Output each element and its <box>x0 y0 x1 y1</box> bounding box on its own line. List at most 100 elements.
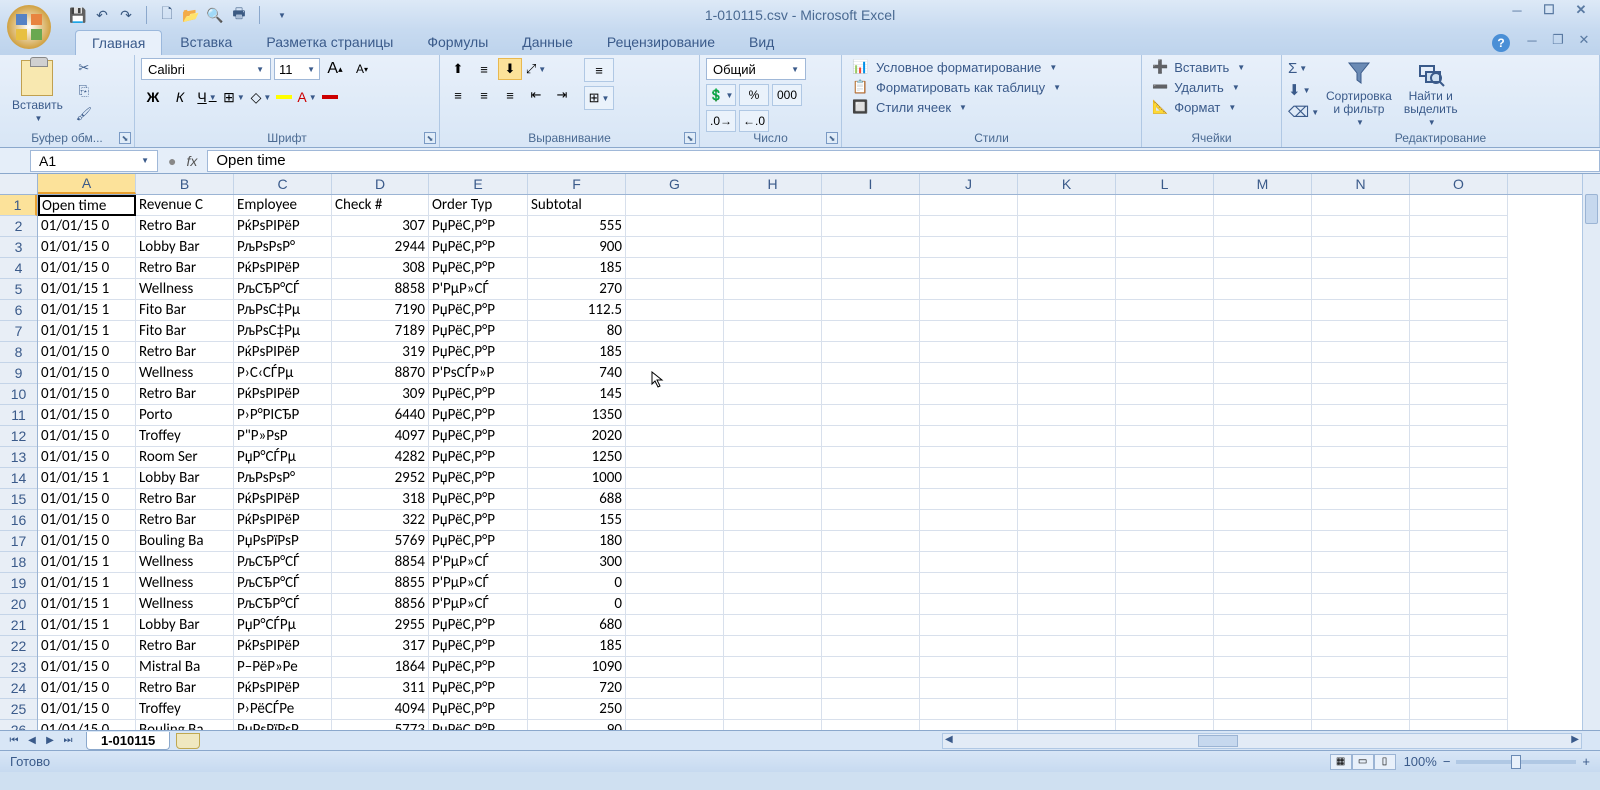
cell[interactable] <box>1214 447 1312 468</box>
cell[interactable] <box>920 342 1018 363</box>
name-box[interactable]: A1▼ <box>30 150 158 172</box>
ribbon-tab-2[interactable]: Разметка страницы <box>250 30 409 55</box>
formula-input[interactable]: Open time <box>207 150 1600 172</box>
cell[interactable] <box>1312 363 1410 384</box>
cell[interactable] <box>822 279 920 300</box>
number-format-select[interactable]: Общий▼ <box>706 58 806 80</box>
zoom-level[interactable]: 100% <box>1404 754 1437 769</box>
cell[interactable] <box>1312 216 1410 237</box>
align-middle-icon[interactable]: ≡ <box>472 58 496 80</box>
cell[interactable] <box>626 531 724 552</box>
cell[interactable] <box>1312 384 1410 405</box>
cell[interactable]: РљРѕРѕР° <box>234 468 332 489</box>
row-header[interactable]: 11 <box>0 405 37 426</box>
zoom-slider[interactable] <box>1456 760 1576 764</box>
cell[interactable]: РџРёС‚Р°Р <box>429 636 528 657</box>
cell[interactable] <box>822 216 920 237</box>
cell[interactable] <box>1312 258 1410 279</box>
cell[interactable] <box>1312 468 1410 489</box>
orientation-icon[interactable]: ⤢▼ <box>524 58 548 80</box>
row-header[interactable]: 6 <box>0 300 37 321</box>
cell[interactable] <box>920 216 1018 237</box>
cell[interactable]: Wellness <box>136 573 234 594</box>
column-header[interactable]: L <box>1116 174 1214 194</box>
cell[interactable]: 01/01/15 1 <box>38 573 136 594</box>
cell[interactable] <box>626 573 724 594</box>
cell[interactable] <box>1018 405 1116 426</box>
cell[interactable] <box>1116 678 1214 699</box>
cell[interactable] <box>1018 258 1116 279</box>
cell[interactable]: Revenue C <box>136 195 234 216</box>
format-as-table-button[interactable]: 📋Форматировать как таблицу▼ <box>848 78 1065 96</box>
cell[interactable]: Troffey <box>136 426 234 447</box>
cell[interactable]: РџРёС‚Р°Р <box>429 447 528 468</box>
cell[interactable]: 740 <box>528 363 626 384</box>
cell[interactable] <box>1116 342 1214 363</box>
cell[interactable] <box>1214 405 1312 426</box>
cell[interactable]: 7189 <box>332 321 429 342</box>
borders-button[interactable]: ⊞▼ <box>222 86 246 108</box>
cell[interactable] <box>920 720 1018 730</box>
cell[interactable] <box>920 468 1018 489</box>
cell[interactable] <box>724 489 822 510</box>
cell[interactable] <box>1410 678 1508 699</box>
cell[interactable] <box>1018 468 1116 489</box>
cell[interactable]: 01/01/15 0 <box>38 510 136 531</box>
cell[interactable] <box>626 195 724 216</box>
column-header[interactable]: H <box>724 174 822 194</box>
cell[interactable]: РџРёС‚Р°Р <box>429 300 528 321</box>
cell[interactable]: 01/01/15 0 <box>38 447 136 468</box>
cell[interactable] <box>1312 699 1410 720</box>
cell[interactable] <box>1116 489 1214 510</box>
cell[interactable] <box>626 384 724 405</box>
cell[interactable]: 322 <box>332 510 429 531</box>
cell[interactable] <box>1214 657 1312 678</box>
cell[interactable] <box>1312 195 1410 216</box>
decrease-decimal-icon[interactable]: ←.0 <box>739 110 769 132</box>
cell[interactable]: 112.5 <box>528 300 626 321</box>
cell[interactable] <box>920 279 1018 300</box>
cell[interactable] <box>724 573 822 594</box>
cell[interactable]: Porto <box>136 405 234 426</box>
cell[interactable]: 318 <box>332 489 429 510</box>
cell[interactable] <box>1018 321 1116 342</box>
cell[interactable]: РџРёС‚Р°Р <box>429 216 528 237</box>
cell[interactable]: 01/01/15 0 <box>38 363 136 384</box>
cell[interactable]: Retro Bar <box>136 342 234 363</box>
cell[interactable] <box>1410 636 1508 657</box>
cell[interactable] <box>1214 300 1312 321</box>
cell[interactable]: РќРѕРІРёР <box>234 678 332 699</box>
save-icon[interactable]: 💾 <box>70 7 86 23</box>
cell[interactable]: 01/01/15 0 <box>38 258 136 279</box>
cell[interactable]: 1350 <box>528 405 626 426</box>
cell[interactable] <box>724 342 822 363</box>
cell[interactable] <box>920 510 1018 531</box>
cell[interactable] <box>822 552 920 573</box>
help-button[interactable]: ? <box>1492 34 1510 52</box>
cell[interactable]: Р–РёР»Ре <box>234 657 332 678</box>
fill-color-button[interactable]: ◇▼ <box>249 86 273 108</box>
shrink-font-icon[interactable]: A▾ <box>350 58 374 80</box>
worksheet-grid[interactable]: ABCDEFGHIJKLMNO 123456789101112131415161… <box>0 174 1600 730</box>
cell[interactable]: РџРёС‚Р°Р <box>429 321 528 342</box>
cell[interactable]: 185 <box>528 342 626 363</box>
cancel-formula-icon[interactable]: ● <box>168 153 176 169</box>
cell[interactable] <box>920 699 1018 720</box>
workbook-restore-button[interactable]: ❐ <box>1548 32 1568 48</box>
cell[interactable]: РљСЂР°СЃ <box>234 279 332 300</box>
cell[interactable] <box>1018 510 1116 531</box>
autosum-button[interactable]: Σ▼ <box>1288 58 1318 78</box>
cell[interactable] <box>1312 636 1410 657</box>
cell[interactable]: 300 <box>528 552 626 573</box>
column-header[interactable]: G <box>626 174 724 194</box>
new-sheet-button[interactable] <box>176 733 200 749</box>
cells-area[interactable]: Open timeRevenue CEmployeeCheck #Order T… <box>38 195 1582 730</box>
cell[interactable] <box>1410 489 1508 510</box>
cell[interactable] <box>1018 594 1116 615</box>
cell[interactable]: 680 <box>528 615 626 636</box>
cell[interactable]: 319 <box>332 342 429 363</box>
row-header[interactable]: 12 <box>0 426 37 447</box>
redo-icon[interactable]: ↷ <box>118 7 134 23</box>
row-header[interactable]: 10 <box>0 384 37 405</box>
cell[interactable]: 1000 <box>528 468 626 489</box>
